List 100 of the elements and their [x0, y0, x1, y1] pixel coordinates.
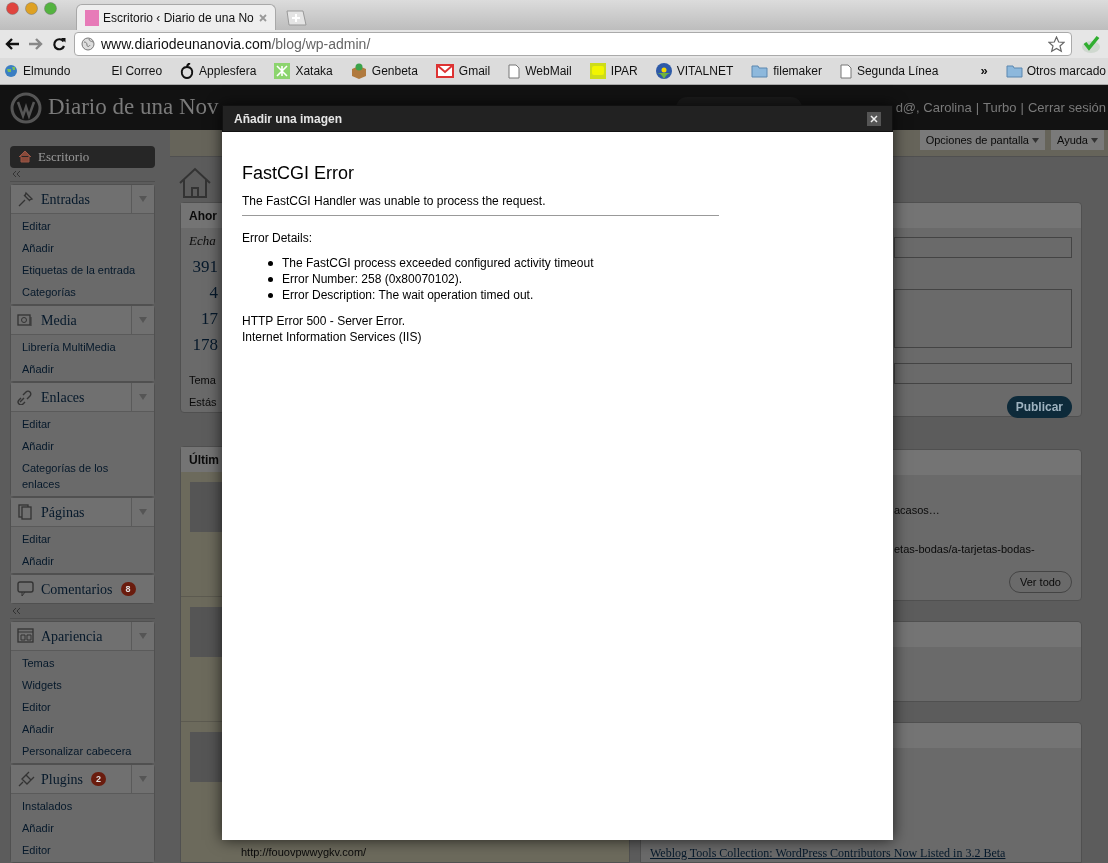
globe-icon	[81, 37, 95, 51]
bookmark[interactable]: filemaker	[751, 62, 822, 80]
submenu-item[interactable]: Editor	[11, 696, 154, 718]
draft-text: etas-bodas/a-tarjetas-bodas-	[894, 541, 1035, 557]
mail-icon	[435, 64, 454, 78]
bookmark[interactable]: Applesfera	[180, 62, 257, 80]
address-bar[interactable]: www.diariodeunanovia.com/blog/wp-admin/	[74, 32, 1072, 56]
footer-text: Internet Information Services (IIS)	[242, 329, 422, 345]
submenu-item[interactable]: Editar	[11, 215, 154, 238]
bookmark[interactable]: Xataka	[274, 62, 333, 80]
bookmark[interactable]: IPAR	[589, 62, 638, 80]
back-icon[interactable]	[4, 37, 20, 51]
news-link[interactable]: Weblog Tools Collection: WordPress Contributors Now Listed in 3.2 Beta	[650, 844, 1006, 862]
window-control-icon[interactable]	[6, 2, 19, 15]
dropdown-arrow-icon[interactable]	[139, 317, 147, 324]
widget-title: Ahor	[189, 207, 217, 225]
submenu-item[interactable]: Personalizar cabecera	[11, 740, 154, 762]
browser-tab[interactable]: Escritorio ‹ Diario de una No	[76, 4, 276, 30]
tab-title: Escritorio ‹ Diario de una No	[103, 9, 254, 27]
page-icon	[839, 63, 852, 79]
star-icon[interactable]	[1048, 35, 1065, 53]
new-tab-icon[interactable]	[284, 10, 308, 26]
header-link[interactable]: Turbo	[983, 97, 1017, 118]
page-icon	[508, 63, 521, 79]
plug-icon	[17, 771, 35, 787]
camera-icon	[17, 312, 35, 329]
speech-bubble-icon	[589, 63, 606, 79]
wordpress-logo-icon	[10, 91, 42, 124]
text-input[interactable]	[894, 237, 1072, 258]
submenu-item[interactable]: Etiquetas de la entrada	[11, 259, 154, 282]
house-icon	[178, 167, 212, 199]
bookmark[interactable]: VITALNET	[655, 62, 734, 80]
comment-url-link[interactable]: http://fouovpwwygkv.com/	[241, 846, 367, 859]
detail-text: Error Number: 258 (0x80070102).	[282, 272, 463, 287]
submenu-item[interactable]: Añadir	[11, 435, 154, 458]
bullet-icon	[268, 293, 273, 298]
detail-text: Error Description: The wait operation timed out.	[282, 288, 534, 303]
submenu-item[interactable]: Editor	[11, 839, 154, 861]
avatar-placeholder	[190, 732, 222, 782]
submenu-item[interactable]: Añadir	[11, 817, 154, 839]
count-badge: 8	[120, 582, 136, 597]
menu-heading[interactable]: Comentarios 8	[11, 575, 154, 604]
dropdown-arrow-icon[interactable]	[139, 633, 147, 639]
dropdown-arrow-icon[interactable]	[139, 196, 147, 203]
apple-icon	[180, 63, 195, 79]
submenu-item[interactable]: Instalados	[11, 795, 154, 817]
site-title: Diario de una Nov	[48, 93, 219, 122]
submenu-item[interactable]: Widgets	[11, 674, 154, 696]
submenu-item[interactable]: Categorías	[11, 281, 154, 304]
count-number: 391	[192, 255, 218, 278]
submenu-item[interactable]: Librería MultiMedia	[11, 336, 154, 359]
avatar-placeholder	[190, 607, 222, 657]
submenu-item[interactable]: Añadir	[11, 550, 154, 573]
box-icon	[350, 63, 367, 79]
widget-subtitle: Echa	[188, 232, 217, 250]
publish-button[interactable]: Publicar	[1006, 396, 1072, 418]
bookmark[interactable]: Segunda Línea	[839, 62, 939, 80]
bookmark[interactable]: Genbeta	[350, 62, 418, 80]
window-control-icon[interactable]	[44, 2, 57, 15]
submenu-item[interactable]: Añadir	[11, 237, 154, 260]
collapse-icon[interactable]	[13, 608, 20, 615]
submenu-item[interactable]: Editar	[11, 413, 154, 436]
bookmark-folder[interactable]: Otros marcado	[1005, 62, 1106, 80]
forward-icon[interactable]	[28, 37, 44, 51]
header-link[interactable]: Cerrar sesión	[1027, 97, 1106, 118]
dropdown-arrow-icon[interactable]	[139, 509, 147, 516]
favicon-icon	[85, 9, 99, 26]
submenu-item[interactable]: Editar	[11, 528, 154, 551]
bookmark[interactable]: Gmail	[435, 62, 491, 80]
reload-icon[interactable]	[52, 37, 66, 51]
text-area[interactable]	[894, 289, 1072, 348]
dropdown-arrow-icon[interactable]	[139, 394, 147, 401]
dropdown-arrow-icon[interactable]	[139, 776, 147, 782]
dropdown-arrow-icon	[1091, 137, 1098, 143]
close-icon[interactable]	[259, 13, 267, 22]
submenu-item[interactable]: Temas	[11, 652, 154, 674]
dashboard-menu-item[interactable]: Escritorio	[10, 146, 155, 168]
close-button[interactable]	[867, 111, 881, 126]
window-control-icon[interactable]	[25, 2, 38, 15]
submenu-item[interactable]: Categorías de los enlaces	[11, 457, 154, 496]
collapse-icon[interactable]	[13, 171, 20, 178]
detail-text: The FastCGI process exceeded configured activity timeout	[282, 256, 594, 271]
bookmark[interactable]: WebMail	[508, 62, 572, 80]
bullet-icon	[268, 261, 273, 266]
checkmark-icon[interactable]	[1080, 34, 1102, 54]
folder-icon	[751, 64, 769, 78]
screen-tab-button[interactable]: Ayuda	[1051, 130, 1104, 150]
text-input[interactable]	[894, 363, 1072, 384]
sun-icon	[655, 63, 672, 79]
bookmark[interactable]: Elmundo	[4, 62, 71, 80]
dialog-title: Añadir una imagen	[234, 110, 343, 128]
submenu-item[interactable]: Añadir	[11, 718, 154, 740]
submenu-item[interactable]: Añadir	[11, 358, 154, 381]
separator: |	[975, 98, 980, 117]
overflow-chevron[interactable]: »	[980, 61, 988, 81]
pages-icon	[17, 504, 35, 521]
bookmark[interactable]: El Correo	[88, 62, 163, 80]
screen-tab-button[interactable]: Opciones de pantalla	[919, 130, 1045, 150]
summary-text: Tema	[189, 372, 216, 388]
greeting-text: d@, Carolina	[895, 98, 972, 117]
